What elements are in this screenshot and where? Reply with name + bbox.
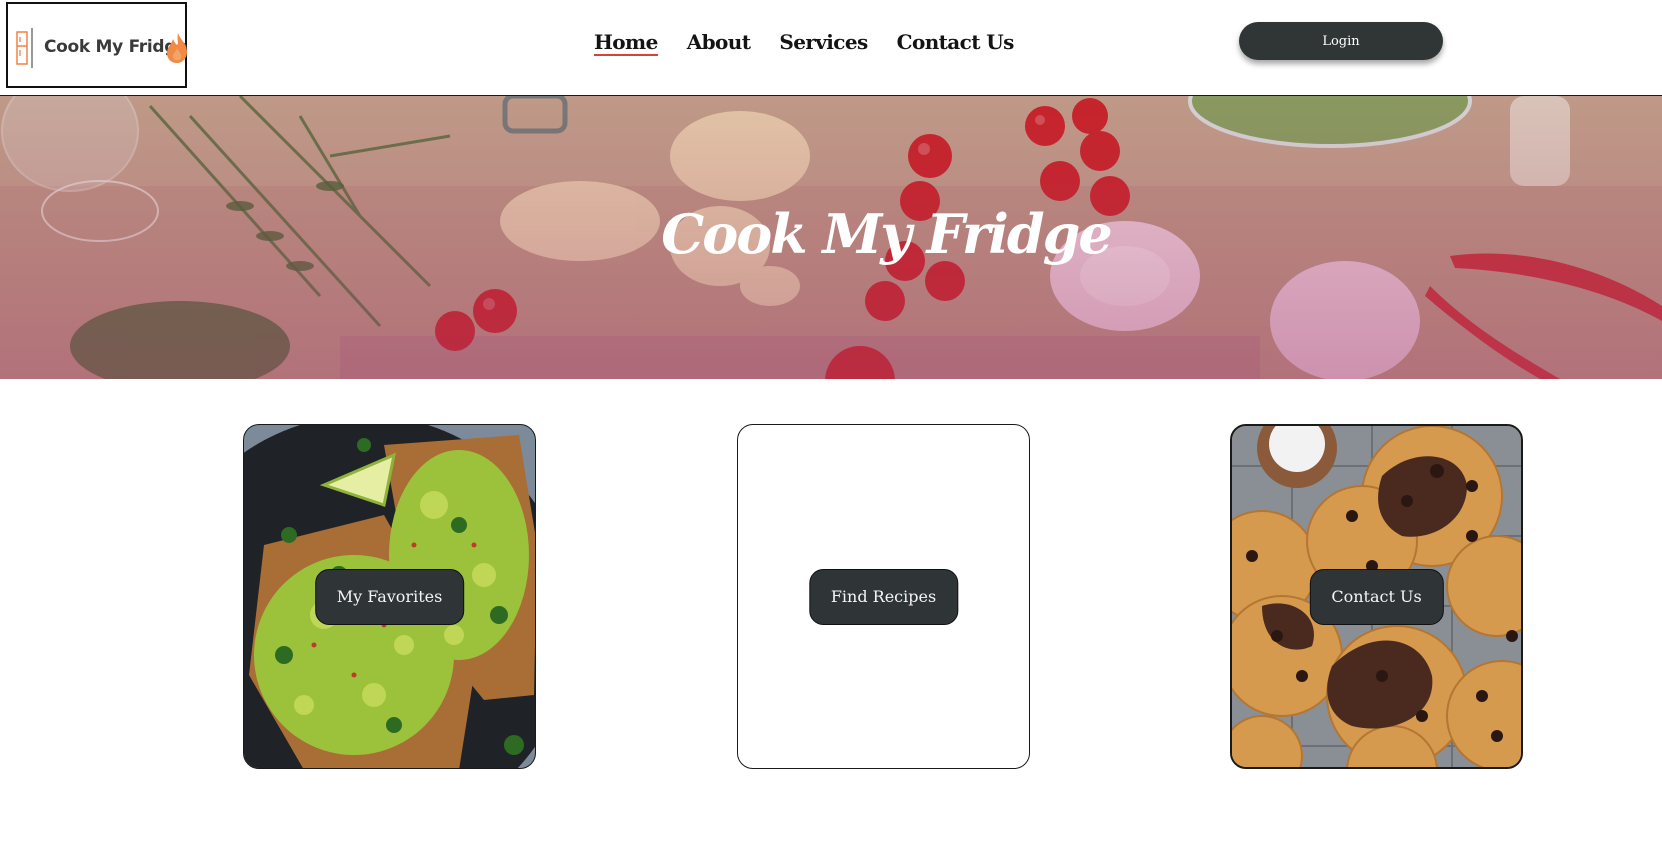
login-button[interactable]: Login: [1239, 22, 1443, 60]
nav-about-link[interactable]: About: [687, 30, 751, 56]
find-recipes-button[interactable]: Find Recipes: [808, 568, 959, 625]
site-logo[interactable]: Cook My Fridge: [6, 2, 188, 88]
main-nav: Home About Services Contact Us: [594, 30, 1043, 56]
hero-title: Cook My Fridge: [661, 202, 1112, 266]
nav-services-link[interactable]: Services: [779, 30, 868, 56]
nav-home-link[interactable]: Home: [594, 30, 658, 56]
my-favorites-button[interactable]: My Favorites: [314, 568, 465, 625]
contact-us-button[interactable]: Contact Us: [1309, 568, 1444, 625]
flame-icon: [167, 33, 187, 63]
nav-contact-link[interactable]: Contact Us: [897, 30, 1015, 56]
contact-card[interactable]: Contact Us: [1230, 424, 1523, 769]
find-recipes-card[interactable]: Find Recipes: [737, 424, 1030, 769]
site-header: Cook My Fridge Home About Services Conta…: [0, 0, 1662, 96]
favorites-card[interactable]: My Favorites: [243, 424, 536, 769]
hero-banner: Cook My Fridge: [0, 96, 1662, 379]
fridge-icon: [16, 28, 33, 68]
